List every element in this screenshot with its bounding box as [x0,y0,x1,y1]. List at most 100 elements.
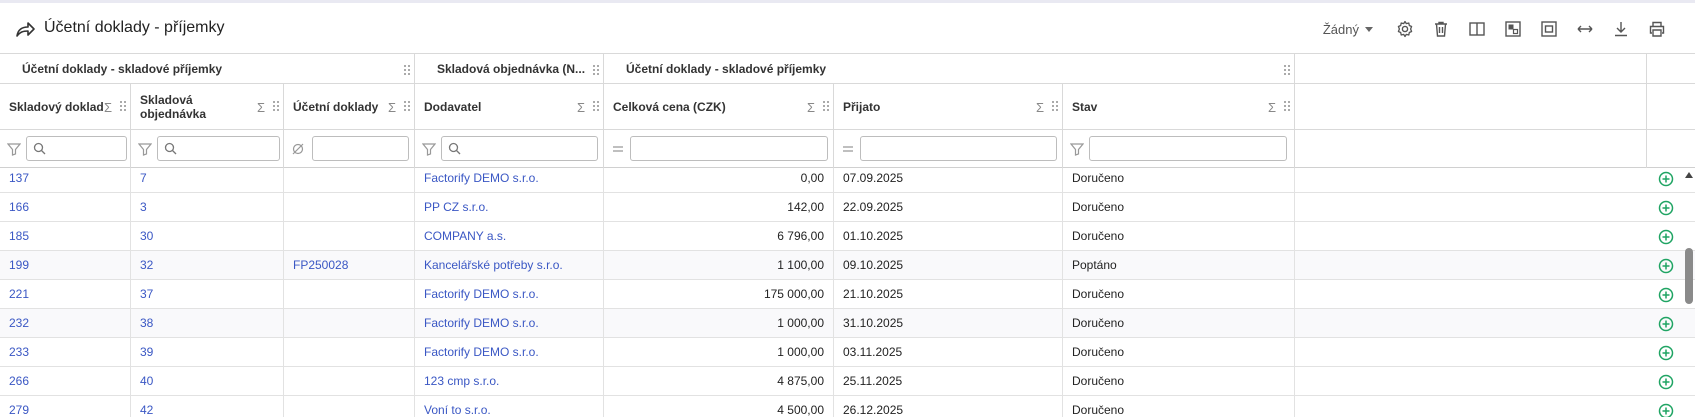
layout-button[interactable] [1495,17,1531,41]
column-header-dodavatel[interactable]: Dodavatel Σ [415,84,604,130]
view-selector[interactable]: Žádný [1323,22,1373,37]
sum-icon[interactable]: Σ [577,100,585,115]
filter-input-ucetni[interactable] [312,136,409,161]
table-row[interactable]: 199 32 FP250028 Kancelářské potřeby s.r.… [0,251,1695,280]
add-circle-icon[interactable] [1658,171,1674,187]
filter-input-prijato[interactable] [860,136,1057,161]
drag-handle-icon[interactable] [1283,100,1291,112]
cell-dodavatel[interactable]: Factorify DEMO s.r.o. [415,280,604,309]
cell-ucetni[interactable] [284,222,415,251]
cell-ucetni[interactable] [284,367,415,396]
scroll-up-arrow-icon[interactable] [1685,172,1693,178]
drag-handle-icon[interactable] [272,100,280,112]
cell-doklad[interactable]: 266 [0,367,131,396]
cell-objednavka[interactable]: 37 [131,280,284,309]
sum-icon[interactable]: Σ [807,100,815,115]
cell-dodavatel[interactable]: Factorify DEMO s.r.o. [415,309,604,338]
column-header-ucetni[interactable]: Účetní doklady Σ [284,84,415,130]
cell-doklad[interactable]: 233 [0,338,131,367]
filter-input-cena[interactable] [630,136,828,161]
add-circle-icon[interactable] [1658,287,1674,303]
cell-objednavka[interactable]: 39 [131,338,284,367]
empty-set-icon[interactable] [291,142,305,156]
table-row[interactable]: 232 38 Factorify DEMO s.r.o. 1 000,00 31… [0,309,1695,338]
cell-objednavka[interactable]: 32 [131,251,284,280]
table-row[interactable]: 233 39 Factorify DEMO s.r.o. 1 000,00 03… [0,338,1695,367]
sum-icon[interactable]: Σ [104,100,112,115]
cell-doklad[interactable]: 185 [0,222,131,251]
table-row[interactable]: 266 40 123 cmp s.r.o. 4 875,00 25.11.202… [0,367,1695,396]
cell-dodavatel[interactable]: COMPANY a.s. [415,222,604,251]
drag-handle-icon[interactable] [403,100,411,112]
table-row[interactable]: 279 42 Voní to s.r.o. 4 500,00 26.12.202… [0,396,1695,417]
cell-objednavka[interactable]: 3 [131,193,284,222]
equals-icon[interactable] [841,142,855,156]
print-button[interactable] [1639,17,1675,41]
add-circle-icon[interactable] [1658,200,1674,216]
download-button[interactable] [1603,17,1639,41]
cell-dodavatel[interactable]: Factorify DEMO s.r.o. [415,168,604,193]
cell-dodavatel[interactable]: Factorify DEMO s.r.o. [415,338,604,367]
fit-screen-button[interactable] [1531,17,1567,41]
resize-button[interactable] [1567,17,1603,41]
column-header-prijato[interactable]: Přijato Σ [834,84,1063,130]
cell-doklad[interactable]: 199 [0,251,131,280]
share-arrow-icon[interactable] [14,19,36,39]
cell-doklad[interactable]: 166 [0,193,131,222]
cell-objednavka[interactable]: 30 [131,222,284,251]
cell-doklad[interactable]: 279 [0,396,131,417]
drag-handle-icon[interactable] [592,64,600,76]
cell-ucetni[interactable] [284,396,415,417]
add-circle-icon[interactable] [1658,229,1674,245]
cell-doklad[interactable]: 232 [0,309,131,338]
columns-button[interactable] [1459,17,1495,41]
add-circle-icon[interactable] [1658,403,1674,417]
filter-icon[interactable] [7,142,21,156]
sum-icon[interactable]: Σ [1268,100,1276,115]
add-circle-icon[interactable] [1658,258,1674,274]
cell-objednavka[interactable]: 38 [131,309,284,338]
table-row[interactable]: 166 3 PP CZ s.r.o. 142,00 22.09.2025 Dor… [0,193,1695,222]
drag-handle-icon[interactable] [119,100,127,112]
settings-button[interactable] [1387,17,1423,41]
drag-handle-icon[interactable] [592,100,600,112]
column-header-objednavka[interactable]: Skladová objednávka Σ [131,84,284,130]
cell-dodavatel[interactable]: Voní to s.r.o. [415,396,604,417]
drag-handle-icon[interactable] [822,100,830,112]
cell-ucetni[interactable] [284,193,415,222]
cell-dodavatel[interactable]: Kancelářské potřeby s.r.o. [415,251,604,280]
filter-icon[interactable] [422,142,436,156]
filter-input-doklad[interactable] [26,136,127,161]
add-circle-icon[interactable] [1658,316,1674,332]
column-header-stav[interactable]: Stav Σ [1063,84,1295,130]
cell-ucetni[interactable] [284,168,415,193]
table-row[interactable]: 185 30 COMPANY a.s. 6 796,00 01.10.2025 … [0,222,1695,251]
drag-handle-icon[interactable] [1051,100,1059,112]
cell-objednavka[interactable]: 40 [131,367,284,396]
cell-dodavatel[interactable]: 123 cmp s.r.o. [415,367,604,396]
sum-icon[interactable]: Σ [388,100,396,115]
delete-button[interactable] [1423,17,1459,41]
sum-icon[interactable]: Σ [1036,100,1044,115]
drag-handle-icon[interactable] [1283,64,1291,76]
cell-doklad[interactable]: 137 [0,168,131,193]
cell-objednavka[interactable]: 7 [131,168,284,193]
table-row[interactable]: 221 37 Factorify DEMO s.r.o. 175 000,00 … [0,280,1695,309]
filter-icon[interactable] [1070,142,1084,156]
cell-objednavka[interactable]: 42 [131,396,284,417]
cell-ucetni[interactable] [284,338,415,367]
column-header-cena[interactable]: Celková cena (CZK) Σ [604,84,834,130]
cell-doklad[interactable]: 221 [0,280,131,309]
filter-input-stav[interactable] [1089,136,1287,161]
filter-input-dodavatel[interactable] [441,136,598,161]
add-circle-icon[interactable] [1658,345,1674,361]
filter-icon[interactable] [138,142,152,156]
table-row[interactable]: 137 7 Factorify DEMO s.r.o. 0,00 07.09.2… [0,168,1695,193]
filter-input-objednavka[interactable] [157,136,280,161]
equals-icon[interactable] [611,142,625,156]
cell-dodavatel[interactable]: PP CZ s.r.o. [415,193,604,222]
drag-handle-icon[interactable] [403,64,411,76]
vertical-scrollbar[interactable] [1683,168,1695,417]
add-circle-icon[interactable] [1658,374,1674,390]
cell-ucetni[interactable] [284,309,415,338]
